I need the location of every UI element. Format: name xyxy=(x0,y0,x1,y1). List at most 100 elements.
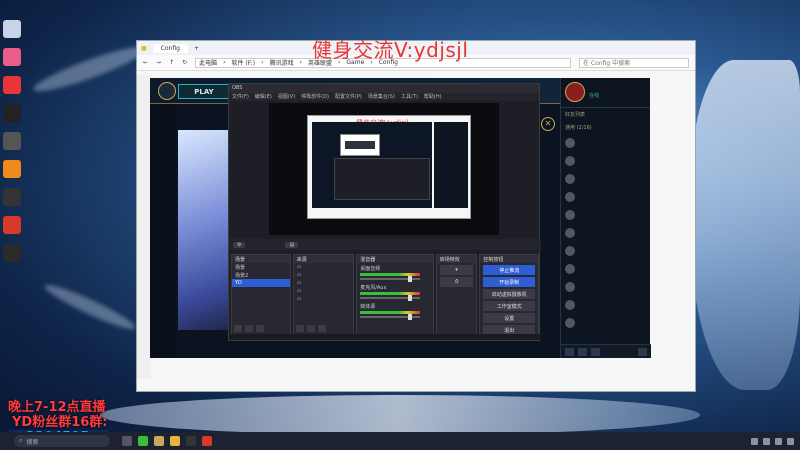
friend-item[interactable] xyxy=(561,260,650,278)
volume-icon[interactable] xyxy=(775,437,782,445)
friends-panel: 在线 好友列表 通用 (2/16) xyxy=(560,78,651,358)
virtual-camera-button[interactable]: 启动虚拟摄像机 xyxy=(483,289,536,299)
friend-item[interactable] xyxy=(561,224,650,242)
friend-avatar xyxy=(565,138,575,148)
settings-button[interactable]: 设置 xyxy=(483,313,536,323)
filter-icon[interactable]: ▤ xyxy=(285,241,299,248)
friend-item[interactable] xyxy=(561,170,650,188)
menu-item[interactable]: 场景集合(S) xyxy=(368,93,395,101)
game-icon[interactable] xyxy=(154,436,164,446)
folder-icon[interactable] xyxy=(170,436,180,446)
close-icon[interactable]: ✕ xyxy=(541,117,555,131)
app-icon[interactable] xyxy=(3,160,21,178)
recycle-bin-icon[interactable] xyxy=(3,20,21,38)
network-icon[interactable] xyxy=(763,437,770,445)
notification-icon[interactable] xyxy=(787,437,794,445)
missions-icon[interactable] xyxy=(591,347,600,356)
friend-item[interactable] xyxy=(561,278,650,296)
friend-item[interactable] xyxy=(561,206,650,224)
remove-icon[interactable] xyxy=(306,325,315,332)
add-icon[interactable] xyxy=(295,325,304,332)
add-icon[interactable] xyxy=(234,325,242,332)
dock-title: 来源 xyxy=(293,255,354,263)
app-icon[interactable] xyxy=(3,216,21,234)
dock-title: 转场特效 xyxy=(436,255,477,263)
menu-item[interactable]: 帮助(H) xyxy=(424,93,442,101)
settings-icon[interactable] xyxy=(638,347,647,356)
menu-item[interactable]: 视图(V) xyxy=(278,93,295,101)
friends-group-label[interactable]: 通用 (2/16) xyxy=(561,121,650,134)
menu-item[interactable]: 文件(F) xyxy=(232,93,249,101)
play-button[interactable]: PLAY xyxy=(178,84,230,99)
breadcrumb-item[interactable]: 此电脑 xyxy=(199,58,217,67)
volume-slider[interactable] xyxy=(360,314,421,320)
stop-streaming-button[interactable]: 停止推流 xyxy=(483,265,536,275)
friend-item[interactable] xyxy=(561,242,650,260)
channel-label: 桌面音频 xyxy=(360,266,381,272)
menu-item[interactable]: 工具(T) xyxy=(401,93,418,101)
profile-status: 在线 xyxy=(589,93,600,99)
wechat-icon[interactable] xyxy=(138,436,148,446)
app-icon[interactable] xyxy=(3,48,21,66)
source-item[interactable]: ▭ xyxy=(294,279,354,287)
source-item[interactable]: ▭ xyxy=(294,295,354,303)
back-icon[interactable]: ← xyxy=(143,59,148,66)
game-logo-icon xyxy=(158,82,176,100)
studio-mode-button[interactable]: 工作室模式 xyxy=(483,301,536,311)
refresh-icon[interactable]: ↻ xyxy=(182,59,187,66)
obs-docks: 场景 场景 场景2 YD 来源 ▭ ▭ ▭ ▭ ▭ 混音器 桌面音频 麦克风/A… xyxy=(231,254,540,336)
explorer-search-input[interactable]: 在 Config 中搜索 xyxy=(579,57,689,68)
scene-item[interactable]: 场景 xyxy=(232,263,290,271)
obs-statusbar xyxy=(229,334,541,340)
gear-icon[interactable] xyxy=(317,325,326,332)
forward-icon[interactable]: → xyxy=(156,59,161,66)
preview-dialog xyxy=(340,134,380,156)
scene-item[interactable]: YD xyxy=(232,279,290,287)
app-icon[interactable] xyxy=(202,436,212,446)
explorer-tab[interactable]: Config xyxy=(152,43,188,53)
menu-item[interactable]: 编辑(E) xyxy=(255,93,272,101)
new-tab-icon[interactable]: + xyxy=(194,45,199,52)
friend-item[interactable] xyxy=(561,314,650,332)
gear-icon[interactable] xyxy=(256,325,264,332)
volume-slider[interactable] xyxy=(360,276,421,282)
friend-item[interactable] xyxy=(561,152,650,170)
friend-avatar xyxy=(565,282,575,292)
volume-slider[interactable] xyxy=(360,295,421,301)
source-item[interactable]: ▭ xyxy=(294,271,354,279)
tray-chevron-icon[interactable] xyxy=(751,437,758,445)
app-icon[interactable] xyxy=(3,132,21,150)
friend-item[interactable] xyxy=(561,134,650,152)
scenes-dock: 场景 场景 场景2 YD xyxy=(231,254,291,336)
avatar[interactable] xyxy=(565,82,585,102)
mail-icon[interactable] xyxy=(578,347,587,356)
friend-avatar xyxy=(565,246,575,256)
task-view-icon[interactable] xyxy=(122,436,132,446)
scene-item[interactable]: 场景2 xyxy=(232,271,290,279)
transition-duration[interactable]: ⏱ xyxy=(439,277,474,287)
wallpaper-figure xyxy=(690,60,800,390)
transition-select[interactable]: ▾ xyxy=(439,265,474,275)
app-icon[interactable] xyxy=(3,104,21,122)
chat-icon[interactable] xyxy=(565,347,574,356)
obs-icon[interactable] xyxy=(186,436,196,446)
breadcrumb-item[interactable]: 软件 (F:) xyxy=(232,58,256,67)
start-recording-button[interactable]: 开始录制 xyxy=(483,277,536,287)
gear-icon[interactable]: ⚙ xyxy=(233,241,246,248)
up-icon[interactable]: ↑ xyxy=(169,59,174,66)
menu-item[interactable]: 停靠部件(D) xyxy=(301,93,329,101)
app-icon[interactable] xyxy=(3,188,21,206)
menu-item[interactable]: 配置文件(P) xyxy=(335,93,362,101)
breadcrumb-item[interactable]: 腾讯游戏 xyxy=(270,58,294,67)
friend-item[interactable] xyxy=(561,188,650,206)
app-icon[interactable] xyxy=(3,76,21,94)
search-icon: ⌕ xyxy=(19,437,23,444)
app-icon[interactable] xyxy=(3,244,21,262)
remove-icon[interactable] xyxy=(245,325,253,332)
taskbar-search[interactable]: ⌕ 搜索 xyxy=(14,435,110,447)
obs-preview[interactable]: 健身交流V:ydjsjl xyxy=(269,103,499,235)
source-item[interactable]: ▭ xyxy=(294,287,354,295)
friend-item[interactable] xyxy=(561,296,650,314)
source-item[interactable]: ▭ xyxy=(294,263,354,271)
dock-title: 控制按钮 xyxy=(480,255,539,263)
